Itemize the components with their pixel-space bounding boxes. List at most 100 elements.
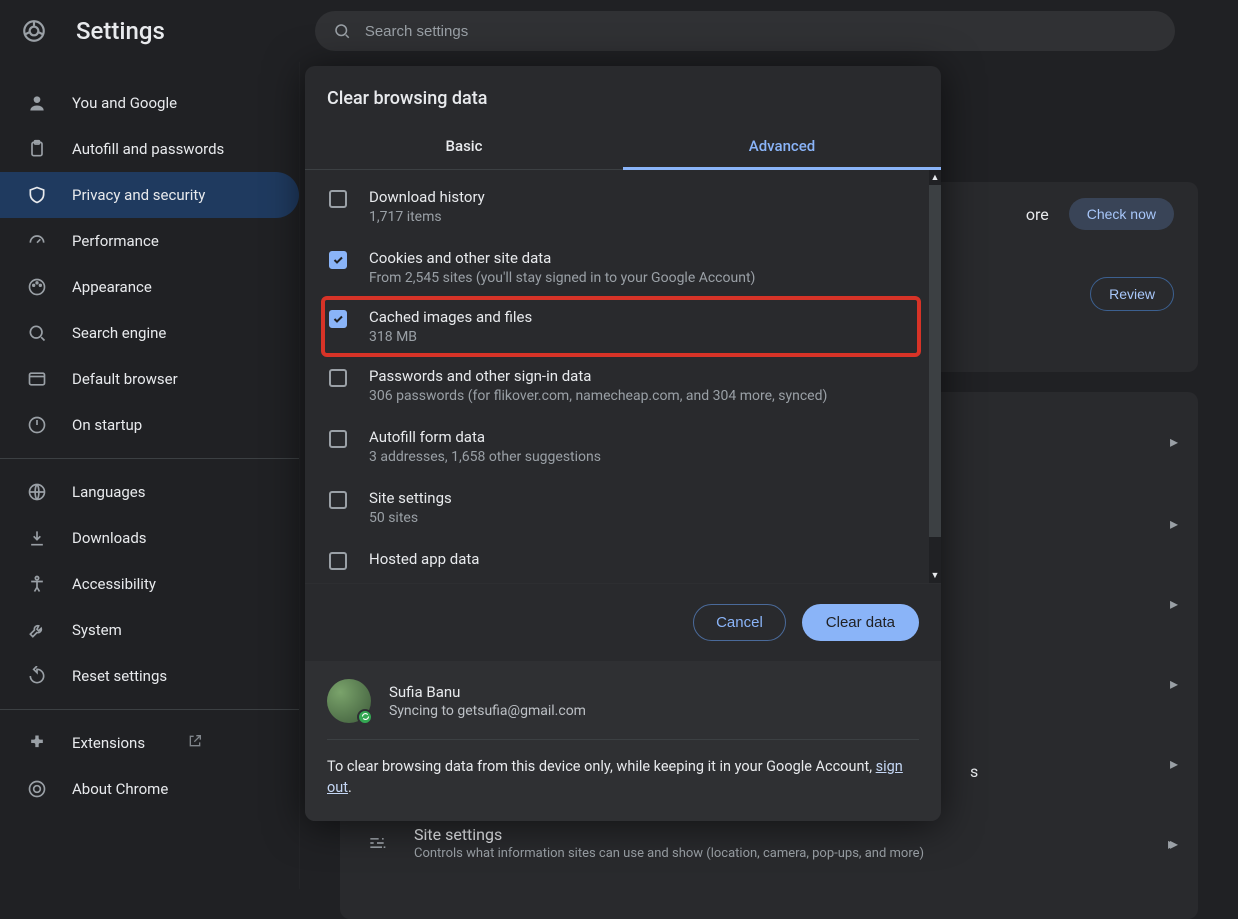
- dialog-option-list: Download history 1,717 items Cookies and…: [305, 170, 941, 583]
- sidebar-item-privacy-security[interactable]: Privacy and security: [0, 172, 299, 218]
- sidebar-item-label: Autofill and passwords: [72, 140, 224, 158]
- review-button[interactable]: Review: [1090, 277, 1174, 311]
- chevron-right-icon: ▸: [1170, 514, 1178, 533]
- person-icon: [26, 93, 48, 113]
- checkbox[interactable]: [329, 491, 347, 509]
- divider: [327, 739, 919, 740]
- chevron-right-icon: ▸: [1170, 594, 1178, 613]
- checkbox[interactable]: [329, 310, 347, 328]
- row-text-fragment: s: [970, 762, 978, 781]
- sidebar-item-extensions[interactable]: Extensions: [0, 720, 299, 766]
- sidebar-item-label: Privacy and security: [72, 186, 205, 204]
- wrench-icon: [26, 620, 48, 640]
- option-title: Passwords and other sign-in data: [369, 367, 827, 385]
- chevron-right-icon: ▸: [1170, 674, 1178, 693]
- sidebar-item-label: On startup: [72, 416, 142, 434]
- scroll-track[interactable]: [929, 185, 941, 568]
- search-settings[interactable]: [315, 11, 1175, 51]
- checkbox[interactable]: [329, 369, 347, 387]
- sidebar-item-label: You and Google: [72, 94, 177, 112]
- search-input[interactable]: [365, 23, 1157, 40]
- checkbox[interactable]: [329, 552, 347, 570]
- profile-status: Syncing to getsufia@gmail.com: [389, 703, 586, 719]
- clear-data-button[interactable]: Clear data: [802, 604, 919, 641]
- sidebar-item-accessibility[interactable]: Accessibility: [0, 561, 299, 607]
- sidebar-item-label: Accessibility: [72, 575, 156, 593]
- footer-note: To clear browsing data from this device …: [327, 756, 919, 800]
- row-subtitle: Controls what information sites can use …: [414, 846, 924, 861]
- sidebar-item-reset[interactable]: Reset settings: [0, 653, 299, 699]
- option-subtitle: 50 sites: [369, 510, 452, 526]
- option-subtitle: From 2,545 sites (you'll stay signed in …: [369, 270, 755, 286]
- sidebar-item-on-startup[interactable]: On startup: [0, 402, 299, 448]
- scroll-down-icon[interactable]: ▼: [931, 568, 940, 583]
- option-title: Download history: [369, 188, 485, 206]
- more-text: ore: [1026, 205, 1049, 224]
- sidebar-item-autofill[interactable]: Autofill and passwords: [0, 126, 299, 172]
- dialog-title: Clear browsing data: [305, 66, 941, 127]
- option-title: Cookies and other site data: [369, 249, 755, 267]
- sidebar-item-appearance[interactable]: Appearance: [0, 264, 299, 310]
- option-hosted-app-data[interactable]: Hosted app data: [323, 538, 919, 570]
- option-site-settings[interactable]: Site settings 50 sites: [323, 477, 919, 538]
- option-cookies[interactable]: Cookies and other site data From 2,545 s…: [323, 237, 919, 298]
- checkbox[interactable]: [329, 430, 347, 448]
- sync-status-icon: [357, 709, 373, 725]
- option-subtitle: 306 passwords (for flikover.com, nameche…: [369, 388, 827, 404]
- option-cached-images[interactable]: Cached images and files 318 MB: [323, 298, 919, 355]
- dialog-footer: Sufia Banu Syncing to getsufia@gmail.com…: [305, 661, 941, 822]
- tune-icon: [362, 833, 392, 853]
- option-autofill[interactable]: Autofill form data 3 addresses, 1,658 ot…: [323, 416, 919, 477]
- scroll-up-icon[interactable]: ▲: [931, 170, 940, 185]
- option-download-history[interactable]: Download history 1,717 items: [323, 176, 919, 237]
- sidebar-item-default-browser[interactable]: Default browser: [0, 356, 299, 402]
- scroll-thumb[interactable]: [929, 185, 941, 537]
- sidebar-item-label: System: [72, 621, 122, 639]
- sidebar-item-label: About Chrome: [72, 780, 168, 798]
- sidebar-item-you-and-google[interactable]: You and Google: [0, 80, 299, 126]
- sidebar-item-performance[interactable]: Performance: [0, 218, 299, 264]
- chevron-right-icon: ▸: [1170, 754, 1178, 773]
- palette-icon: [26, 277, 48, 297]
- sidebar-item-about-chrome[interactable]: About Chrome: [0, 766, 299, 812]
- option-title: Hosted app data: [369, 550, 479, 568]
- sidebar-item-label: Default browser: [72, 370, 178, 388]
- option-title: Cached images and files: [369, 308, 532, 326]
- scrollbar[interactable]: ▲ ▼: [929, 170, 941, 583]
- header: Settings: [0, 0, 1238, 62]
- chrome-logo-icon: [20, 17, 48, 45]
- puzzle-icon: [26, 733, 48, 753]
- sidebar-item-label: Languages: [72, 483, 146, 501]
- shield-icon: [26, 185, 48, 205]
- avatar: [327, 679, 371, 723]
- cancel-button[interactable]: Cancel: [693, 604, 786, 641]
- tab-basic[interactable]: Basic: [305, 127, 623, 169]
- tab-advanced[interactable]: Advanced: [623, 127, 941, 170]
- sidebar-item-languages[interactable]: Languages: [0, 469, 299, 515]
- profile-name: Sufia Banu: [389, 683, 586, 701]
- chevron-right-icon: ▸: [1168, 834, 1176, 853]
- accessibility-icon: [26, 574, 48, 594]
- search-icon: [333, 22, 351, 40]
- option-subtitle: 3 addresses, 1,658 other suggestions: [369, 449, 601, 465]
- option-subtitle: 318 MB: [369, 329, 532, 345]
- search-icon: [26, 323, 48, 343]
- power-icon: [26, 415, 48, 435]
- sidebar-divider: [0, 458, 299, 459]
- sidebar-item-search-engine[interactable]: Search engine: [0, 310, 299, 356]
- restore-icon: [26, 666, 48, 686]
- option-subtitle: 1,717 items: [369, 209, 485, 225]
- sidebar-item-label: Appearance: [72, 278, 152, 296]
- checkbox[interactable]: [329, 190, 347, 208]
- chevron-right-icon: ▸: [1170, 432, 1178, 451]
- checkbox[interactable]: [329, 251, 347, 269]
- external-link-icon: [187, 733, 203, 753]
- sidebar-item-downloads[interactable]: Downloads: [0, 515, 299, 561]
- check-now-button[interactable]: Check now: [1069, 198, 1174, 230]
- window-icon: [26, 369, 48, 389]
- option-passwords[interactable]: Passwords and other sign-in data 306 pas…: [323, 355, 919, 416]
- globe-icon: [26, 482, 48, 502]
- sidebar-item-system[interactable]: System: [0, 607, 299, 653]
- dialog-tabs: Basic Advanced: [305, 127, 941, 170]
- row-title: Site settings: [414, 825, 924, 844]
